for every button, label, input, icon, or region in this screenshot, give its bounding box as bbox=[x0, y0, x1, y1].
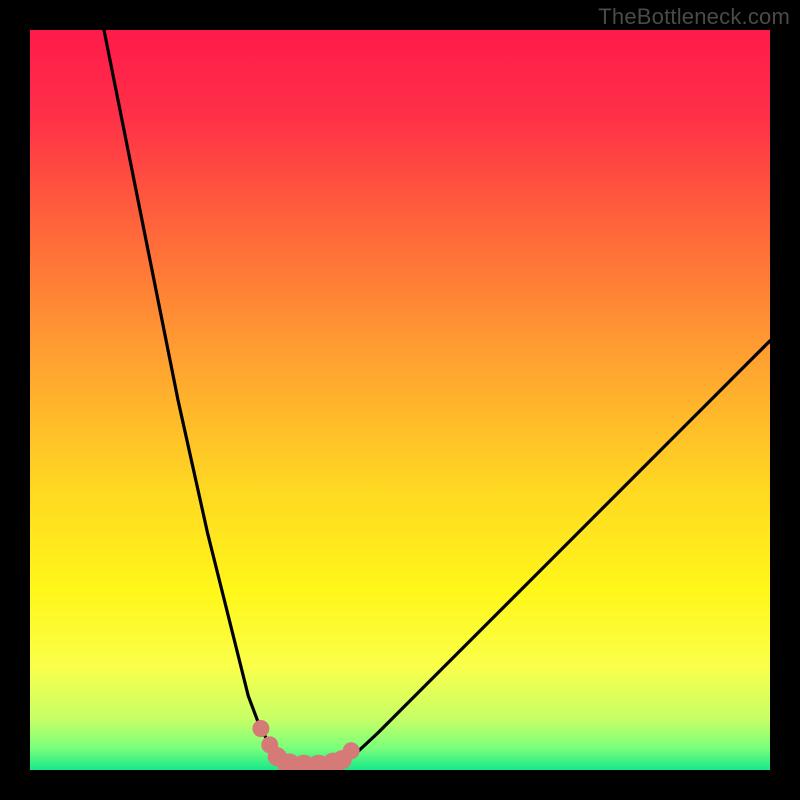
outer-frame: TheBottleneck.com bbox=[0, 0, 800, 800]
marker-point bbox=[343, 743, 359, 759]
chart-area bbox=[30, 30, 770, 770]
chart-svg bbox=[30, 30, 770, 770]
watermark-text: TheBottleneck.com bbox=[598, 4, 790, 30]
marker-point bbox=[253, 721, 269, 737]
gradient-background bbox=[30, 30, 770, 770]
